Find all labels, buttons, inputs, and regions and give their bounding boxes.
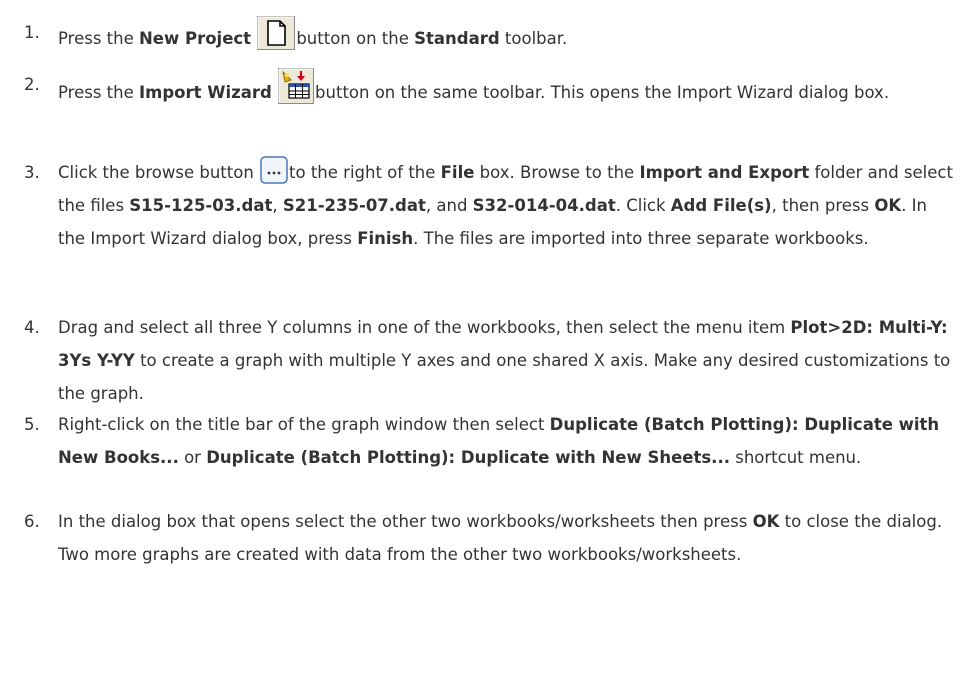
bold-term: OK — [752, 512, 780, 531]
text-run: Click the browse button — [58, 163, 260, 182]
bold-term: File — [440, 163, 475, 182]
bold-term: S15-125-03.dat — [129, 196, 273, 215]
new-project-icon — [257, 16, 296, 50]
text-run: or — [178, 448, 207, 467]
step-text: Drag and select all three Y columns in o… — [58, 311, 954, 410]
step-text: In the dialog box that opens select the … — [58, 505, 954, 571]
text-run: , and — [425, 196, 473, 215]
bold-term: Import Wizard — [139, 83, 272, 102]
text-run: , then press — [771, 196, 875, 215]
text-run: Right-click on the title bar of the grap… — [58, 415, 550, 434]
text-run: to create a graph with multiple Y axes a… — [58, 351, 951, 403]
step-text: Right-click on the title bar of the grap… — [58, 408, 954, 474]
text-run: , — [272, 196, 283, 215]
text-run: Press the — [58, 83, 139, 102]
text-run: Press the — [58, 29, 139, 48]
text-run: button on the same toolbar. This opens t… — [315, 83, 890, 102]
bold-term: S32-014-04.dat — [472, 196, 616, 215]
text-run: shortcut menu. — [729, 448, 862, 467]
step-text: Click the browse button to the right of … — [58, 156, 954, 255]
bold-term: Import and Export — [639, 163, 810, 182]
step-number: 2. — [24, 75, 40, 94]
text-run: to the right of the — [289, 163, 441, 182]
bold-term: Finish — [357, 229, 414, 248]
step-text: Press the Import Wizard button on the sa… — [58, 68, 954, 109]
text-run — [272, 83, 277, 102]
text-run: button on the — [296, 29, 415, 48]
step-text: Press the New Project button on the Stan… — [58, 16, 954, 55]
import-wizard-icon — [278, 68, 315, 104]
step-number: 4. — [24, 318, 40, 337]
bold-term: Standard — [414, 29, 500, 48]
text-run: . The files are imported into three sepa… — [413, 229, 869, 248]
text-run: . Click — [615, 196, 671, 215]
browse-icon — [260, 156, 288, 184]
step-number: 3. — [24, 163, 40, 182]
bold-term: New Project — [139, 29, 252, 48]
bold-term: Duplicate (Batch Plotting): Duplicate wi… — [206, 448, 730, 467]
text-run: In the dialog box that opens select the … — [58, 512, 753, 531]
text-run: toolbar. — [499, 29, 568, 48]
step-number: 1. — [24, 23, 40, 42]
bold-term: S21-235-07.dat — [282, 196, 426, 215]
bold-term: Add File(s) — [670, 196, 772, 215]
text-run — [251, 29, 256, 48]
step-number: 6. — [24, 512, 40, 531]
bold-term: OK — [874, 196, 902, 215]
step-number: 5. — [24, 415, 40, 434]
text-run: box. Browse to the — [474, 163, 640, 182]
instruction-list: 1. Press the New Project button on the St… — [0, 0, 960, 687]
text-run: Drag and select all three Y columns in o… — [58, 318, 791, 337]
